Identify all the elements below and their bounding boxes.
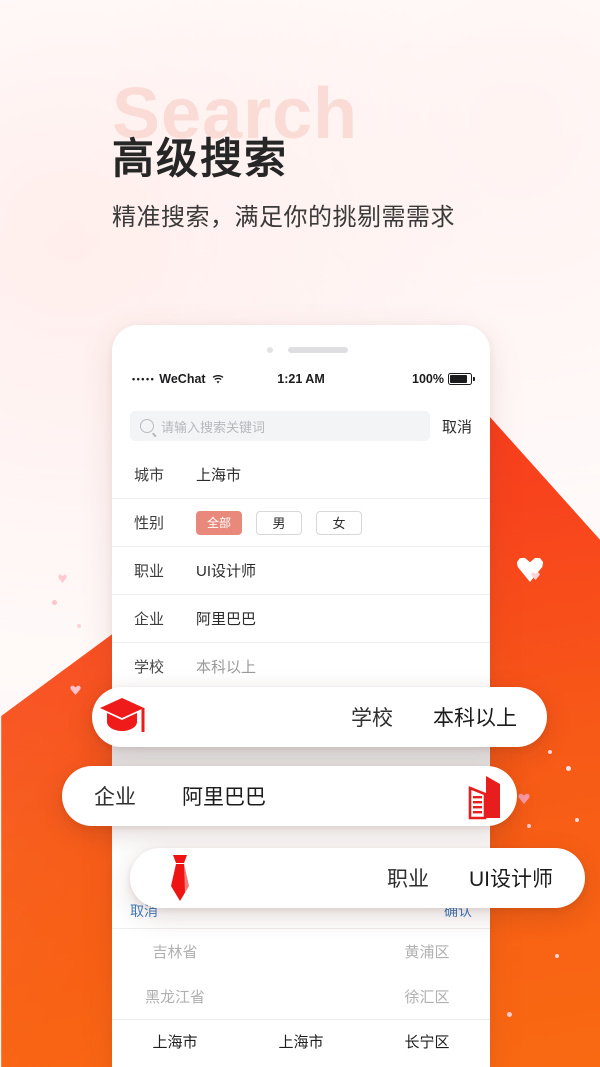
- heart-icon-pink: [518, 793, 530, 804]
- picker-cell-district: 徐汇区: [404, 989, 450, 1006]
- picker-cell-province: 上海市: [152, 1034, 198, 1051]
- filter-row-occupation[interactable]: 职业 UI设计师: [112, 547, 490, 595]
- callout-card-enterprise[interactable]: 企业 阿里巴巴: [62, 766, 517, 826]
- search-bar: 请输入搜索关键词 取消: [112, 403, 490, 449]
- picker-selection-divider: [112, 1019, 490, 1020]
- page-subtitle: 精准搜索，满足你的挑剔需需求: [112, 204, 455, 231]
- particle-dot: [77, 624, 81, 628]
- callout-label: 企业: [94, 786, 136, 809]
- picker-row[interactable]: 黑龙江省 徐汇区: [112, 974, 490, 1019]
- status-bar: ••••• WeChat 1:21 AM 100%: [112, 367, 490, 391]
- callout-label: 职业: [387, 868, 429, 891]
- heart-icon-pink: [531, 572, 540, 580]
- particle-dot: [527, 824, 531, 828]
- filter-row-gender[interactable]: 性别 全部 男 女: [112, 499, 490, 547]
- necktie-icon: [160, 854, 200, 902]
- callout-value: 本科以上: [433, 707, 517, 730]
- particle-dot: [52, 600, 57, 605]
- particle-dot: [575, 818, 579, 822]
- search-input[interactable]: 请输入搜索关键词: [130, 411, 430, 441]
- particle-dot: [548, 750, 552, 754]
- status-bar-right: 100%: [412, 372, 475, 386]
- search-icon: [140, 419, 154, 433]
- filter-label: 学校: [134, 659, 165, 676]
- camera-icon: [267, 347, 273, 353]
- search-cancel-button[interactable]: 取消: [442, 416, 472, 437]
- picker-row[interactable]: 吉林省 黄浦区: [112, 929, 490, 974]
- picker-cell-city: 上海市: [278, 1034, 324, 1051]
- picker-cell-district: 长宁区: [404, 1034, 450, 1051]
- heart-icon-pink: [70, 685, 81, 695]
- particle-dot: [555, 954, 559, 958]
- filter-label: 企业: [134, 611, 165, 628]
- filter-row-school[interactable]: 学校 本科以上: [112, 643, 490, 691]
- gender-chip-male[interactable]: 男: [256, 510, 302, 535]
- phone-notch: [112, 345, 490, 355]
- picker-cell-province: 黑龙江省: [144, 989, 205, 1006]
- filter-list: 城市 上海市 性别 全部 男 女 职业 UI设计师 企业 阿里巴巴 学校 本科以…: [112, 451, 490, 691]
- filter-label: 职业: [134, 563, 165, 580]
- callout-label: 学校: [351, 707, 393, 730]
- callout-value: 阿里巴巴: [182, 786, 266, 809]
- gender-chip-female[interactable]: 女: [316, 510, 362, 535]
- picker-cell-district: 黄浦区: [404, 944, 450, 961]
- page-root: Search 高级搜索 精准搜索，满足你的挑剔需需求 ••••• WeChat …: [0, 0, 600, 1067]
- particle-dot: [507, 1012, 512, 1017]
- picker-cell-province: 吉林省: [152, 944, 198, 961]
- filter-label: 性别: [134, 515, 165, 532]
- callout-card-school[interactable]: 学校 本科以上: [92, 687, 547, 747]
- particle-dot: [566, 766, 571, 771]
- filter-label: 城市: [134, 467, 165, 484]
- graduation-cap-icon: [98, 694, 146, 740]
- callout-value: UI设计师: [469, 868, 553, 891]
- region-picker: 取消 确认 吉林省 黄浦区 黑龙江省 徐汇区 上海市 上海市 长宁区: [112, 893, 490, 1067]
- speaker-icon: [288, 347, 348, 353]
- picker-row-selected[interactable]: 上海市 上海市 长宁区: [112, 1019, 490, 1064]
- filter-value: 本科以上: [196, 659, 257, 676]
- building-icon: [460, 774, 504, 820]
- search-placeholder: 请输入搜索关键词: [161, 419, 266, 435]
- battery-percent-label: 100%: [412, 372, 444, 386]
- filter-row-enterprise[interactable]: 企业 阿里巴巴: [112, 595, 490, 643]
- gender-chip-group: 全部 男 女: [196, 510, 362, 535]
- page-title: 高级搜索: [112, 135, 289, 182]
- filter-value: 上海市: [196, 467, 242, 484]
- heart-icon-pink: [58, 574, 67, 583]
- filter-value: 阿里巴巴: [196, 611, 257, 628]
- picker-wheels[interactable]: 吉林省 黄浦区 黑龙江省 徐汇区 上海市 上海市 长宁区: [112, 929, 490, 1067]
- filter-row-city[interactable]: 城市 上海市: [112, 451, 490, 499]
- gender-chip-all[interactable]: 全部: [196, 510, 242, 535]
- filter-value: UI设计师: [196, 563, 257, 580]
- battery-icon: [448, 373, 475, 385]
